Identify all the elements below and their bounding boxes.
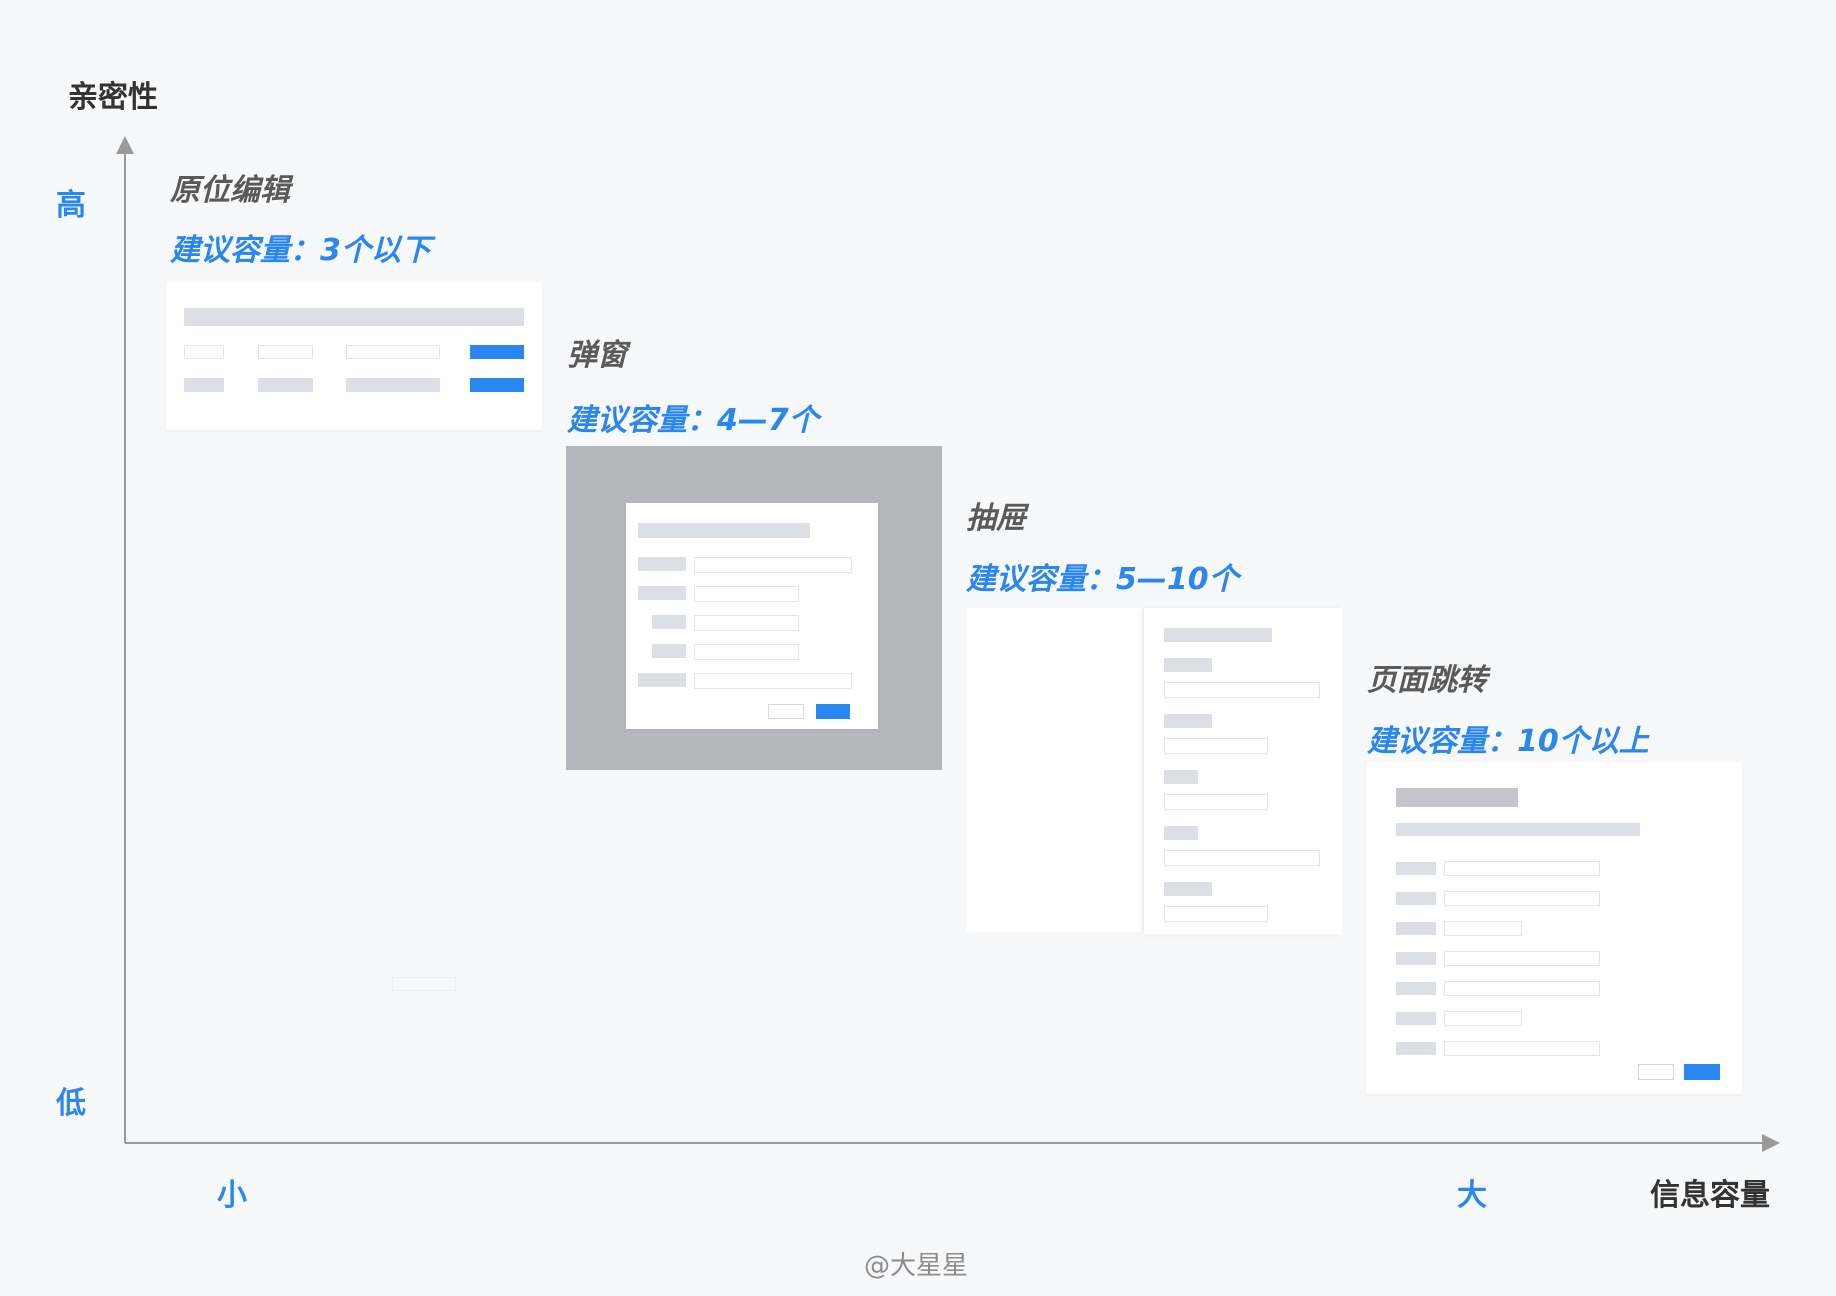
drawer-heading-bar [1164,628,1272,642]
y-axis-title: 亲密性 [68,80,158,115]
page-label-bar [1396,892,1436,905]
page-subheading-bar [1396,823,1640,836]
faint-placeholder [392,977,456,991]
form-label-bar [638,586,686,600]
confirm-button-shape [816,704,850,719]
x-axis-arrow [1762,1134,1780,1152]
cancel-button-shape [768,704,804,719]
x-axis-title: 信息容量 [1650,1178,1770,1213]
drawer-label-bar [1164,770,1198,784]
form-input [694,673,852,689]
modal-capacity: 建议容量：4—7个 [567,403,819,438]
drawer-input [1164,682,1320,698]
author-credit: @大星星 [864,1251,969,1281]
page-input [1444,1011,1522,1026]
cancel-button-shape [1638,1064,1674,1080]
form-label-bar [652,615,686,629]
page-label-bar [1396,1042,1436,1055]
page-jump-title: 页面跳转 [1367,663,1487,698]
page-input [1444,891,1600,906]
page-input [1444,861,1600,876]
page-input [1444,921,1522,936]
drawer-panel [1144,608,1342,934]
form-input [694,586,799,602]
drawer-input [1164,850,1320,866]
submit-button-shape [1684,1064,1720,1080]
inline-edit-capacity: 建议容量：3个以下 [170,233,431,268]
page-label-bar [1396,922,1436,935]
form-input [694,615,799,631]
drawer-label-bar [1164,882,1212,896]
page-label-bar [1396,982,1436,995]
page-input [1444,981,1600,996]
modal-heading-bar [638,523,810,538]
table-header-bar [184,308,524,326]
edit-field [346,345,440,359]
drawer-capacity: 建议容量：5—10个 [966,562,1239,597]
drawer-input [1164,738,1268,754]
inline-edit-wireframe [166,282,542,430]
drawer-input [1164,794,1268,810]
modal-title: 弹窗 [567,338,627,373]
form-input [694,557,852,573]
cell-bar [184,378,224,392]
form-label-bar [638,673,686,687]
x-axis-small-label: 小 [217,1178,247,1213]
page-jump-capacity: 建议容量：10个以上 [1367,724,1649,759]
page-input [1444,951,1600,966]
edit-action [470,378,524,392]
page-label-bar [1396,952,1436,965]
cell-bar [346,378,440,392]
inline-edit-title: 原位编辑 [170,173,290,208]
drawer-page-area [966,608,1142,932]
drawer-input [1164,906,1268,922]
page-heading-bar [1396,788,1518,807]
edit-field [258,345,313,359]
page-jump-wireframe [1366,762,1742,1094]
y-axis-high-label: 高 [56,188,86,223]
page-label-bar [1396,1012,1436,1025]
form-input [694,644,799,660]
x-axis-large-label: 大 [1457,1178,1487,1213]
cell-bar [258,378,313,392]
drawer-title: 抽屉 [966,501,1026,536]
form-label-bar [638,557,686,571]
save-action [470,345,524,359]
page-input [1444,1041,1600,1056]
page-label-bar [1396,862,1436,875]
y-axis-low-label: 低 [56,1086,86,1121]
y-axis-arrow [116,136,134,154]
drawer-label-bar [1164,826,1198,840]
modal-wireframe-overlay [566,446,942,770]
form-label-bar [652,644,686,658]
drawer-label-bar [1164,658,1212,672]
edit-field [184,345,224,359]
drawer-label-bar [1164,714,1212,728]
modal-dialog [626,503,878,729]
